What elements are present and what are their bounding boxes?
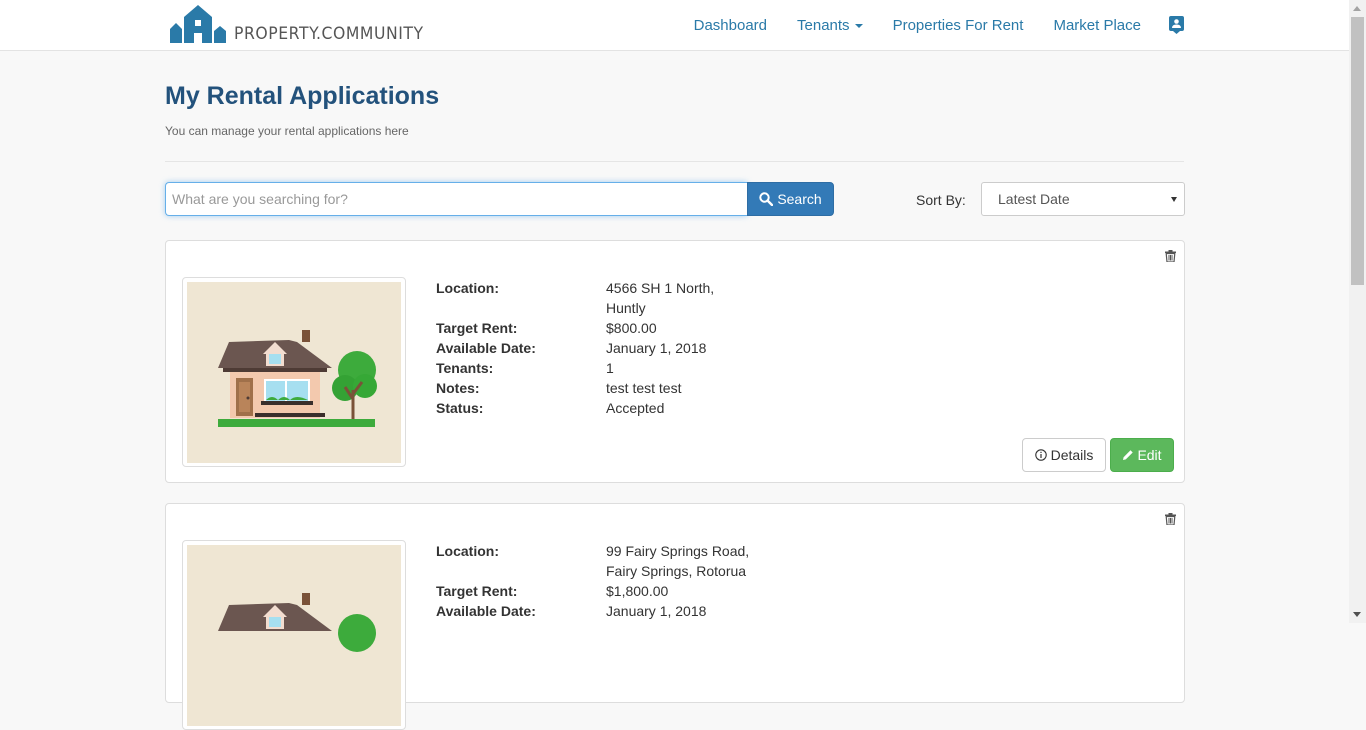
target-rent-value: $1,800.00 xyxy=(606,583,669,599)
brand-name: PROPERTY.COMMUNITY xyxy=(234,24,424,44)
dropdown-arrow-icon xyxy=(1171,197,1177,202)
target-rent-value: $800.00 xyxy=(606,320,657,336)
sort-select[interactable]: Latest Date xyxy=(981,182,1185,216)
available-date-value: January 1, 2018 xyxy=(606,340,707,356)
location-value-line1: 4566 SH 1 North, xyxy=(606,280,715,296)
nav-tenants-label: Tenants xyxy=(797,16,850,34)
location-value-line2: Huntly xyxy=(606,300,646,316)
search-input[interactable] xyxy=(165,182,747,216)
scroll-down-arrow-icon[interactable] xyxy=(1349,606,1366,623)
application-card: Location: 99 Fairy Springs Road, Fairy Sp… xyxy=(165,503,1185,730)
trash-icon[interactable] xyxy=(1165,249,1176,267)
location-value-line2: Fairy Springs, Rotorua xyxy=(606,563,747,579)
page-subtitle: You can manage your rental applications … xyxy=(165,124,409,138)
location-label: Location: xyxy=(436,280,499,296)
property-image xyxy=(182,540,406,730)
nav-links: Dashboard Tenants Properties For Rent Ma… xyxy=(664,0,1184,50)
house-illustration-icon xyxy=(187,545,401,726)
page-title: My Rental Applications xyxy=(165,82,440,110)
nav-tenants-dropdown[interactable]: Tenants xyxy=(797,17,863,34)
navbar: PROPERTY.COMMUNITY Dashboard Tenants Pro… xyxy=(0,0,1349,51)
house-illustration-icon xyxy=(187,282,401,463)
profile-button[interactable] xyxy=(1169,16,1184,34)
nav-properties-for-rent[interactable]: Properties For Rent xyxy=(893,17,1024,34)
tenants-value: 1 xyxy=(606,360,614,376)
nav-market-place[interactable]: Market Place xyxy=(1053,17,1141,34)
location-value-line1: 99 Fairy Springs Road, xyxy=(606,543,750,559)
available-date-label: Available Date: xyxy=(436,340,536,356)
target-rent-label: Target Rent: xyxy=(436,320,518,336)
notes-label: Notes: xyxy=(436,380,480,396)
scroll-up-arrow-icon[interactable] xyxy=(1349,0,1366,17)
divider xyxy=(165,161,1184,162)
property-image xyxy=(182,277,406,467)
application-details: Location: 99 Fairy Springs Road, Fairy Sp… xyxy=(436,541,766,621)
application-card: Location: 4566 SH 1 North, Huntly Target … xyxy=(165,240,1185,483)
notes-value: test test test xyxy=(606,380,682,396)
nav-dashboard[interactable]: Dashboard xyxy=(694,17,767,34)
trash-icon[interactable] xyxy=(1165,512,1176,530)
contact-card-icon xyxy=(1169,16,1184,34)
brand-logo[interactable]: PROPERTY.COMMUNITY xyxy=(168,3,440,45)
status-value: Accepted xyxy=(606,400,665,416)
info-circle-icon xyxy=(1034,449,1047,461)
vertical-scrollbar[interactable] xyxy=(1349,0,1366,623)
edit-button[interactable]: Edit xyxy=(1110,438,1174,472)
status-label: Status: xyxy=(436,400,484,416)
location-label: Location: xyxy=(436,543,499,559)
sort-selected-value: Latest Date xyxy=(998,191,1070,207)
caret-down-icon xyxy=(854,23,863,28)
sort-label: Sort By: xyxy=(916,192,966,208)
search-button[interactable]: Search xyxy=(747,182,834,216)
search-icon xyxy=(759,192,774,206)
house-logo-icon xyxy=(170,5,226,43)
available-date-value: January 1, 2018 xyxy=(606,603,707,619)
application-details: Location: 4566 SH 1 North, Huntly Target … xyxy=(436,278,766,418)
details-button[interactable]: Details xyxy=(1022,438,1106,472)
pencil-icon xyxy=(1123,450,1134,460)
search-button-label: Search xyxy=(777,191,822,207)
target-rent-label: Target Rent: xyxy=(436,583,518,599)
edit-button-label: Edit xyxy=(1137,447,1162,463)
scrollbar-thumb[interactable] xyxy=(1351,17,1364,285)
tenants-label: Tenants: xyxy=(436,360,494,376)
details-button-label: Details xyxy=(1050,447,1094,463)
available-date-label: Available Date: xyxy=(436,603,536,619)
